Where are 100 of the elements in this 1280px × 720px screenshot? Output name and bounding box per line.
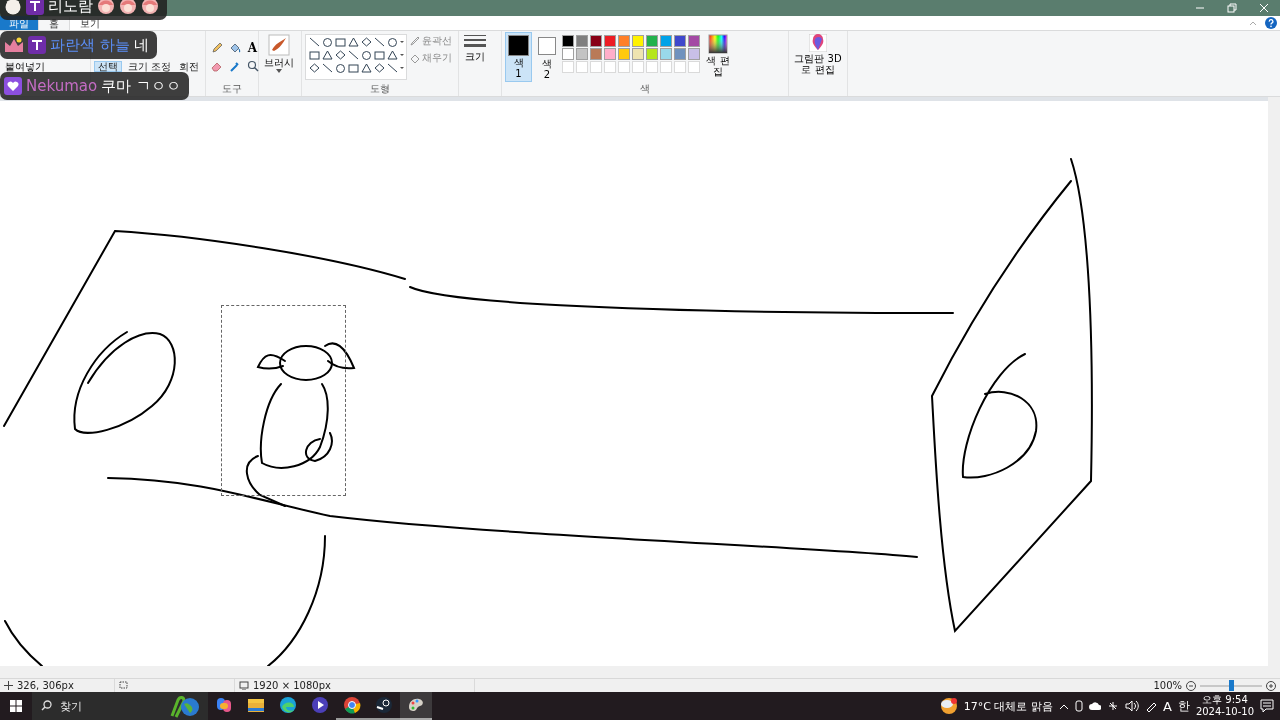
speaker-icon[interactable] bbox=[1124, 700, 1139, 712]
paint-bucket-icon[interactable] bbox=[228, 41, 241, 54]
cursor-position-icon bbox=[4, 681, 13, 690]
color-spectrum-icon bbox=[708, 34, 728, 54]
color-swatch[interactable] bbox=[618, 48, 630, 60]
paint-3d-button[interactable]: 그림판 3D로 편집 bbox=[792, 32, 844, 77]
paste-button[interactable]: 붙여넣기 bbox=[3, 61, 47, 72]
paint-3d-icon bbox=[809, 34, 827, 52]
chat-message: 네 bbox=[133, 35, 149, 55]
color-swatch[interactable] bbox=[618, 35, 630, 47]
line-widths-icon bbox=[464, 34, 486, 50]
edit-colors-button[interactable]: 색 편집 bbox=[704, 32, 732, 79]
color-swatch[interactable] bbox=[646, 35, 658, 47]
magnifier-icon[interactable] bbox=[246, 59, 259, 72]
chrome-icon bbox=[342, 695, 362, 715]
color-swatch[interactable] bbox=[688, 35, 700, 47]
crown-icon bbox=[4, 36, 24, 54]
restore-icon[interactable] bbox=[1226, 3, 1238, 13]
color-picker-icon[interactable] bbox=[228, 59, 241, 72]
color-swatch[interactable] bbox=[590, 35, 602, 47]
empty-color-slot[interactable] bbox=[646, 61, 658, 73]
color-swatch[interactable] bbox=[660, 48, 672, 60]
taskbar-app-button[interactable] bbox=[400, 692, 432, 720]
empty-color-slot[interactable] bbox=[576, 61, 588, 73]
vertical-scrollbar[interactable] bbox=[1268, 97, 1280, 678]
play-icon bbox=[310, 695, 330, 715]
zoom-level: 100% bbox=[1153, 680, 1182, 691]
color-swatch[interactable] bbox=[632, 35, 644, 47]
search-icon bbox=[41, 700, 52, 711]
group-label: 색 bbox=[640, 83, 650, 96]
search-field[interactable]: 찾기 bbox=[32, 692, 208, 720]
color-swatch[interactable] bbox=[674, 35, 686, 47]
color-2-button[interactable]: 색 2 bbox=[535, 32, 559, 83]
color-swatch[interactable] bbox=[590, 48, 602, 60]
resize-button[interactable]: 크기 조정 bbox=[126, 61, 174, 72]
group-label: 도형 bbox=[370, 83, 390, 96]
horizontal-scrollbar[interactable] bbox=[0, 666, 1268, 678]
text-tool-button[interactable]: A bbox=[245, 40, 260, 55]
empty-color-slot[interactable] bbox=[604, 61, 616, 73]
zoom-in-icon[interactable] bbox=[1266, 680, 1276, 691]
color-swatch[interactable] bbox=[562, 48, 574, 60]
color-swatch[interactable] bbox=[674, 48, 686, 60]
heart-badge-icon bbox=[4, 77, 22, 95]
close-icon[interactable] bbox=[1258, 3, 1270, 13]
zoom-slider-thumb[interactable] bbox=[1229, 679, 1234, 691]
group-label: 도구 bbox=[222, 83, 242, 96]
empty-color-slot[interactable] bbox=[632, 61, 644, 73]
network-icon[interactable] bbox=[1106, 700, 1119, 712]
copilot-icon bbox=[214, 695, 234, 715]
pencil-icon[interactable] bbox=[210, 41, 223, 54]
notification-icon[interactable] bbox=[1260, 699, 1274, 713]
color-swatch[interactable] bbox=[632, 48, 644, 60]
canvas-size-icon bbox=[239, 681, 249, 690]
weather-text[interactable]: 17°C 대체로 맑음 bbox=[963, 698, 1053, 714]
empty-color-slot[interactable] bbox=[688, 61, 700, 73]
color-swatch[interactable] bbox=[562, 35, 574, 47]
color-swatch[interactable] bbox=[576, 35, 588, 47]
bunny-avatar-icon bbox=[4, 0, 22, 15]
bucket-icon bbox=[410, 53, 420, 63]
help-icon[interactable] bbox=[1265, 17, 1277, 29]
browser-icon bbox=[278, 695, 298, 715]
color-swatch[interactable] bbox=[646, 48, 658, 60]
color-swatch[interactable] bbox=[688, 48, 700, 60]
clock-date[interactable]: 2024-10-10 bbox=[1195, 706, 1254, 718]
color-swatch[interactable] bbox=[576, 48, 588, 60]
windows-start-icon[interactable] bbox=[10, 700, 22, 712]
rotate-button[interactable]: 회전 bbox=[177, 61, 202, 72]
empty-color-slot[interactable] bbox=[590, 61, 602, 73]
steam-icon bbox=[374, 695, 394, 715]
color-swatch[interactable] bbox=[660, 35, 672, 47]
pen-icon[interactable] bbox=[1144, 700, 1157, 712]
cloud-icon[interactable] bbox=[1088, 702, 1101, 710]
size-button[interactable]: 크기 bbox=[462, 32, 488, 64]
color-1-button[interactable]: 색 1 bbox=[505, 32, 532, 82]
chat-username: Nekumao bbox=[26, 77, 98, 95]
weather-icon[interactable] bbox=[939, 697, 958, 715]
subscriber-badge-icon bbox=[28, 36, 46, 54]
cursor-position: 326, 306px bbox=[17, 680, 74, 691]
color-swatch[interactable] bbox=[604, 35, 616, 47]
brush-icon bbox=[268, 34, 290, 56]
empty-color-slot[interactable] bbox=[674, 61, 686, 73]
chat-username: 리노람 bbox=[48, 0, 93, 16]
empty-color-slot[interactable] bbox=[618, 61, 630, 73]
device-icon[interactable] bbox=[1074, 700, 1083, 712]
empty-color-slot[interactable] bbox=[562, 61, 574, 73]
input-mode[interactable]: A bbox=[1162, 698, 1172, 714]
zoom-out-icon[interactable] bbox=[1186, 680, 1196, 691]
chat-username: 파란색 하늘 bbox=[50, 35, 130, 55]
clock-time[interactable]: 오후 9:54 bbox=[1202, 694, 1248, 706]
chat-message: 쿠마 ㄱㅇㅇ bbox=[101, 76, 181, 96]
canvas-size: 1920 × 1080px bbox=[253, 680, 331, 691]
input-language[interactable]: 한 bbox=[1177, 697, 1190, 715]
shapes-gallery[interactable] bbox=[305, 34, 407, 80]
collapse-ribbon-icon[interactable] bbox=[1249, 20, 1257, 26]
empty-color-slot[interactable] bbox=[660, 61, 672, 73]
color-swatch[interactable] bbox=[604, 48, 616, 60]
ribbon-tab[interactable]: 보기 bbox=[70, 16, 110, 30]
subscriber-badge-icon bbox=[26, 0, 44, 15]
brushes-button[interactable]: 브러시 bbox=[262, 32, 296, 75]
show-hidden-icons-icon[interactable] bbox=[1058, 702, 1069, 710]
